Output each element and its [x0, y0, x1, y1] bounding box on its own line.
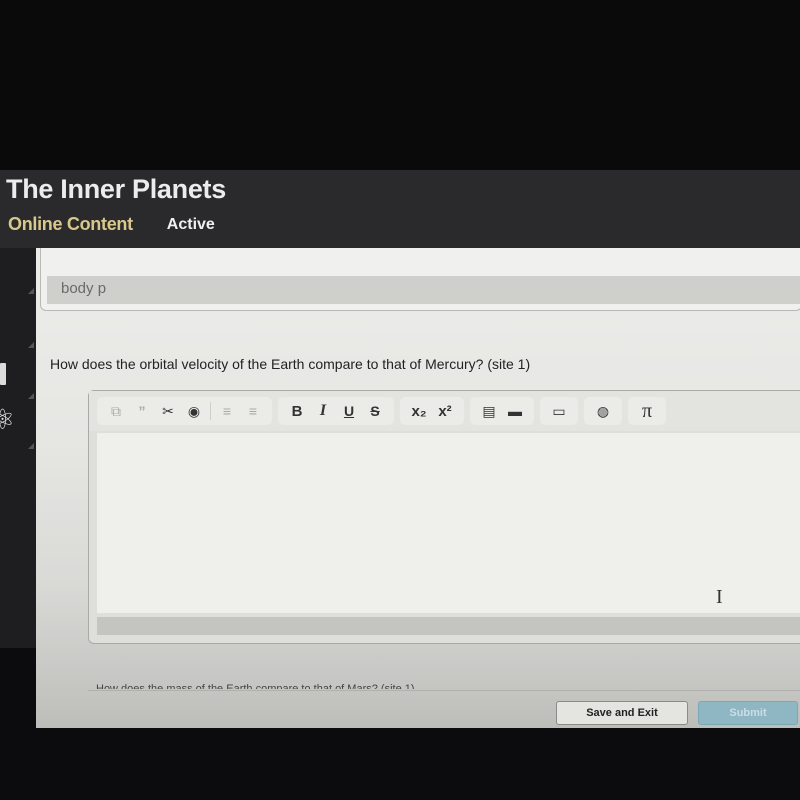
expand-corner-icon[interactable] — [28, 288, 34, 294]
question-text: How does the orbital velocity of the Ear… — [50, 356, 531, 372]
toolbar-group-link: ◍ — [584, 397, 622, 425]
next-question-text: How does the mass of the Earth compare t… — [96, 683, 415, 689]
sidebar: ⚛ — [0, 248, 36, 648]
record-icon[interactable]: ◉ — [183, 399, 205, 423]
toolbar-group-format: B I U S — [278, 397, 394, 425]
sub-nav: Online Content Active — [8, 214, 215, 235]
atom-icon[interactable]: ⚛ — [0, 406, 15, 434]
page-title: The Inner Planets — [6, 174, 226, 204]
status-label: Active — [166, 215, 215, 233]
previous-answer-editor: body p — [40, 248, 800, 311]
table-icon[interactable]: ▤ — [478, 399, 500, 423]
toolbar-separator — [210, 402, 211, 420]
paste-icon[interactable]: ⧉ — [105, 399, 127, 423]
background-bezel — [0, 0, 800, 170]
editor-footer — [97, 617, 800, 635]
submit-button[interactable]: Submit — [698, 701, 798, 725]
toolbar-group-script: x₂ x² — [400, 397, 464, 425]
strikethrough-button[interactable]: S — [364, 399, 386, 423]
expand-corner-icon[interactable] — [28, 393, 34, 399]
document-icon[interactable] — [0, 363, 6, 385]
page-header: The Inner Planets Online Content Active — [0, 170, 800, 248]
expand-corner-icon[interactable] — [28, 443, 34, 449]
horizontal-rule-icon[interactable]: ▬ — [504, 399, 526, 423]
section-label: Online Content — [8, 214, 133, 234]
subscript-button[interactable]: x₂ — [408, 399, 430, 423]
indent-left-icon[interactable]: ≡ — [242, 399, 264, 423]
answer-input[interactable] — [97, 433, 800, 613]
expand-corner-icon[interactable] — [28, 342, 34, 348]
blockquote-icon[interactable]: ” — [131, 399, 153, 423]
globe-icon[interactable]: ◍ — [592, 399, 614, 423]
toolbar-group-field: ▭ — [540, 397, 578, 425]
toolbar-group-insert: ▤ ▬ — [470, 397, 534, 425]
divider — [88, 690, 800, 691]
element-path: body p — [61, 280, 107, 297]
pi-icon[interactable]: π — [636, 399, 658, 423]
superscript-button[interactable]: x² — [434, 399, 456, 423]
text-cursor-icon: I — [716, 586, 723, 608]
toolbar-group-clipboard: ⧉ ” ✂ ◉ ≡ ≡ — [97, 397, 272, 425]
toolbar-group-math: π — [628, 397, 666, 425]
main-content: body p How does the orbital velocity of … — [36, 248, 800, 728]
indent-right-icon[interactable]: ≡ — [216, 399, 238, 423]
underline-button[interactable]: U — [338, 399, 360, 423]
bold-button[interactable]: B — [286, 399, 308, 423]
text-field-icon[interactable]: ▭ — [548, 399, 570, 423]
cut-icon[interactable]: ✂ — [157, 399, 179, 423]
answer-editor: ⧉ ” ✂ ◉ ≡ ≡ B I U S x₂ x² ▤ ▬ ▭ ◍ π — [88, 390, 800, 644]
italic-button[interactable]: I — [312, 399, 334, 423]
editor-toolbar: ⧉ ” ✂ ◉ ≡ ≡ B I U S x₂ x² ▤ ▬ ▭ ◍ π — [89, 391, 800, 431]
save-and-exit-button[interactable]: Save and Exit — [556, 701, 688, 725]
editor-statusbar: body p — [47, 276, 800, 304]
